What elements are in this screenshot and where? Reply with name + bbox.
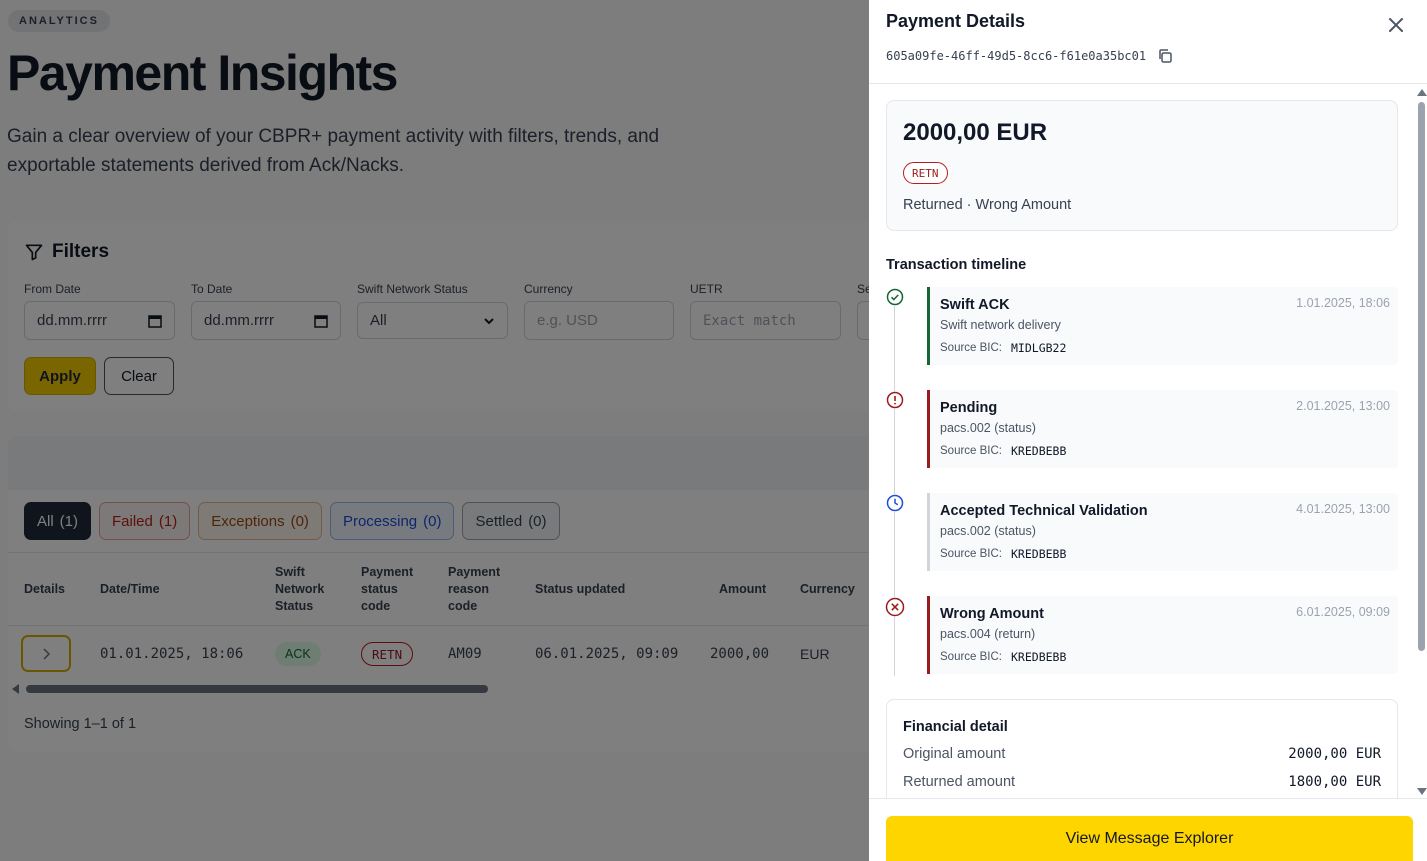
uetr-value: 605a09fe-46ff-49d5-8cc6-f61e0a35bc01 [886, 49, 1147, 63]
status-badge: RETN [903, 162, 948, 184]
event-description: Swift network delivery [940, 318, 1061, 332]
timeline-event: Pending 2.01.2025, 13:00 pacs.002 (statu… [927, 390, 1398, 468]
event-time: 6.01.2025, 09:09 [1296, 605, 1390, 619]
scroll-down-icon[interactable] [1417, 788, 1427, 795]
check-circle-icon [886, 288, 904, 306]
clock-icon [886, 494, 904, 512]
drawer-title: Payment Details [886, 11, 1026, 31]
bic-label: Source BIC: [940, 445, 1002, 457]
scrollbar-thumb[interactable] [1418, 102, 1425, 651]
drawer-footer: View Message Explorer [869, 798, 1427, 861]
timeline-event: Accepted Technical Validation 4.01.2025,… [927, 493, 1398, 571]
event-source-bic: Source BIC: KREDBEBB [940, 547, 1066, 561]
bic-code: KREDBEBB [1011, 444, 1067, 458]
event-name: Wrong Amount [940, 606, 1044, 622]
returned-amount-label: Returned amount [903, 774, 1016, 790]
bic-label: Source BIC: [940, 342, 1002, 354]
vertical-scrollbar[interactable] [1416, 84, 1427, 798]
financial-detail-title: Financial detail [903, 719, 1008, 735]
scroll-up-icon[interactable] [1417, 89, 1427, 96]
timeline-event: Wrong Amount 6.01.2025, 09:09 pacs.004 (… [927, 596, 1398, 674]
timeline-event: Swift ACK 1.01.2025, 18:06 Swift network… [927, 287, 1398, 365]
event-name: Swift ACK [940, 297, 1010, 313]
bic-label: Source BIC: [940, 651, 1002, 663]
event-description: pacs.002 (status) [940, 421, 1036, 435]
drawer-body: 2000,00 EUR RETN Returned · Wrong Amount… [869, 84, 1427, 798]
event-name: Pending [940, 400, 998, 416]
original-amount-value: 2000,00 EUR [1288, 746, 1381, 762]
alert-circle-icon [886, 391, 904, 409]
event-name: Accepted Technical Validation [940, 503, 1148, 519]
original-amount-row: Original amount 2000,00 EUR [903, 746, 1381, 762]
bic-code: MIDLGB22 [1011, 341, 1067, 355]
event-description: pacs.002 (status) [940, 524, 1036, 538]
copy-icon[interactable] [1157, 48, 1173, 64]
payment-amount: 2000,00 EUR [903, 119, 1048, 146]
event-time: 2.01.2025, 13:00 [1296, 399, 1390, 413]
original-amount-label: Original amount [903, 746, 1006, 762]
view-message-explorer-button[interactable]: View Message Explorer [886, 816, 1413, 861]
event-time: 4.01.2025, 13:00 [1296, 502, 1390, 516]
returned-amount-row: Returned amount 1800,00 EUR [903, 774, 1381, 790]
event-description: pacs.004 (return) [940, 627, 1036, 641]
financial-detail-card: Financial detail Original amount 2000,00… [886, 699, 1398, 798]
status-text: Returned · Wrong Amount [903, 197, 1072, 213]
close-icon[interactable] [1385, 14, 1407, 36]
event-source-bic: Source BIC: MIDLGB22 [940, 341, 1066, 355]
timeline-title: Transaction timeline [886, 257, 1027, 273]
bic-label: Source BIC: [940, 548, 1002, 560]
payment-summary-card: 2000,00 EUR RETN Returned · Wrong Amount [886, 100, 1398, 231]
bic-code: KREDBEBB [1011, 650, 1067, 664]
event-time: 1.01.2025, 18:06 [1296, 296, 1390, 310]
uetr-row: 605a09fe-46ff-49d5-8cc6-f61e0a35bc01 [886, 48, 1173, 64]
x-circle-icon [885, 597, 905, 617]
bic-code: KREDBEBB [1011, 547, 1067, 561]
payment-details-drawer: Payment Details 605a09fe-46ff-49d5-8cc6-… [869, 0, 1427, 861]
event-source-bic: Source BIC: KREDBEBB [940, 444, 1066, 458]
returned-amount-value: 1800,00 EUR [1288, 774, 1381, 790]
event-source-bic: Source BIC: KREDBEBB [940, 650, 1066, 664]
timeline-line [894, 306, 895, 676]
